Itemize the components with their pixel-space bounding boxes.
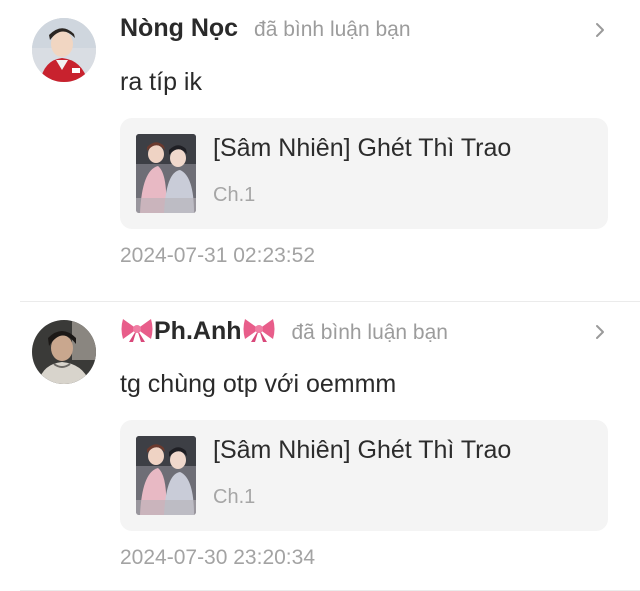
user-avatar[interactable] (32, 18, 96, 82)
comment-text: tg chùng otp với oemmm (120, 370, 397, 398)
action-text: đã bình luận bạn (254, 18, 411, 41)
story-card[interactable]: [Sâm Nhiên] Ghét Thì Trao Ch.1 (120, 118, 608, 229)
chapter-label: Ch.1 (213, 184, 256, 206)
chevron-right-icon[interactable] (594, 20, 606, 40)
timestamp: 2024-07-30 23:20:34 (120, 546, 315, 569)
story-cover (136, 436, 196, 515)
action-text: đã bình luận bạn (291, 321, 448, 344)
user-avatar[interactable] (32, 320, 96, 384)
notification-item[interactable]: Nòng Nọc đã bình luận bạn ra típ ik [Sâm… (0, 0, 640, 302)
chevron-right-icon[interactable] (594, 322, 606, 342)
username-text: Ph.Anh (154, 317, 242, 345)
notification-item[interactable]: Ph.Anh đã bình luận bạn tg chùng otp với… (0, 302, 640, 591)
story-title: [Sâm Nhiên] Ghét Thì Trao (213, 436, 512, 464)
story-card[interactable]: [Sâm Nhiên] Ghét Thì Trao Ch.1 (120, 420, 608, 531)
timestamp: 2024-07-31 02:23:52 (120, 244, 315, 267)
username[interactable]: Ph.Anh (120, 316, 276, 346)
story-cover (136, 134, 196, 213)
username[interactable]: Nòng Nọc (120, 14, 238, 43)
chapter-label: Ch.1 (213, 486, 256, 508)
ribbon-bow-icon (243, 319, 274, 342)
ribbon-bow-icon (121, 319, 153, 342)
story-title: [Sâm Nhiên] Ghét Thì Trao (213, 134, 512, 162)
avatar-image (32, 320, 96, 384)
avatar-image (32, 18, 96, 82)
comment-text: ra típ ik (120, 68, 202, 96)
